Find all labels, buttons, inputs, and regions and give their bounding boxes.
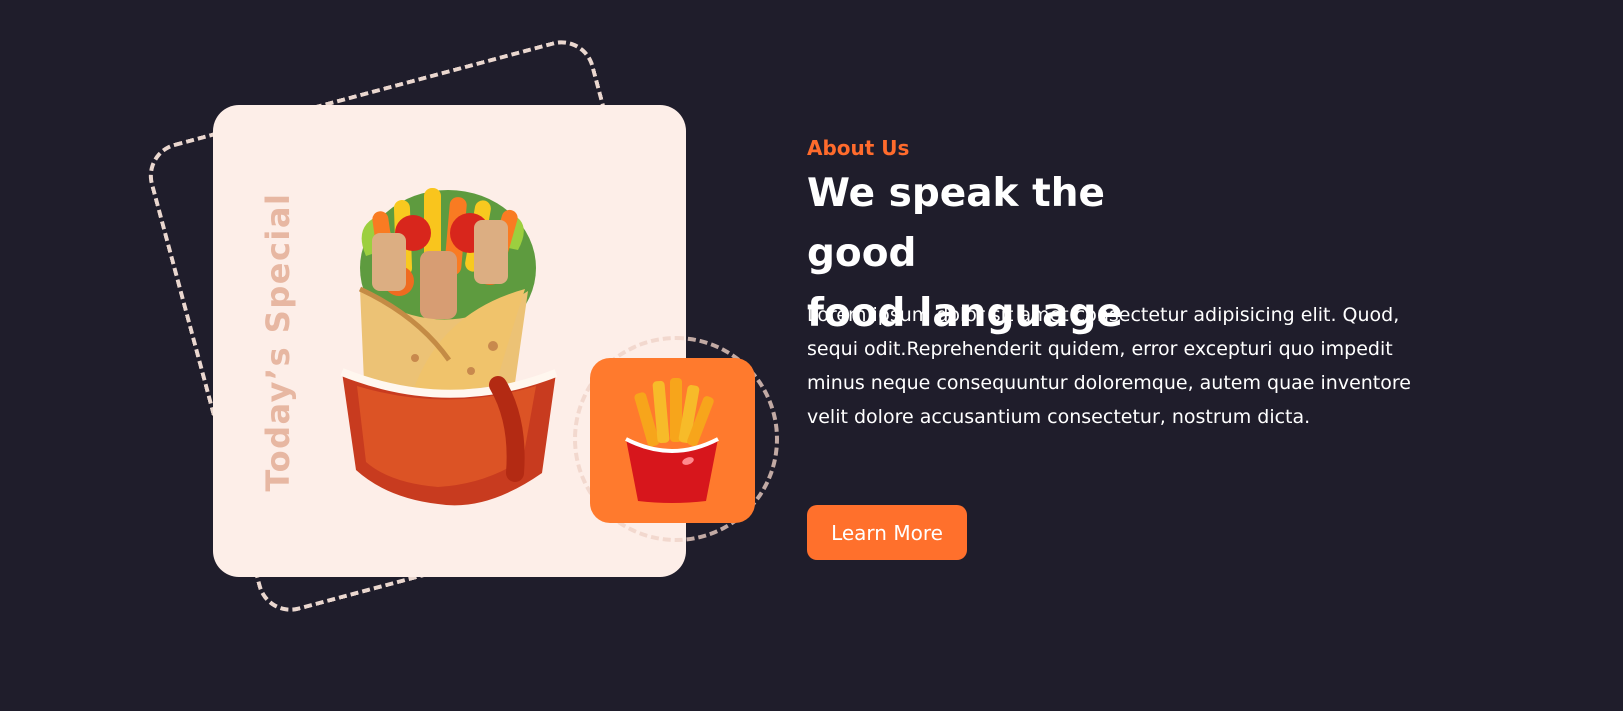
todays-special-label: Today’s Special <box>259 192 297 492</box>
wrap-icon <box>340 188 558 506</box>
title-line-1: We speak the good <box>807 171 1105 276</box>
about-us-label: About Us <box>807 136 910 160</box>
about-description: Lorem ipsum dolor sit amet consectetur a… <box>807 304 1411 428</box>
learn-more-button[interactable]: Learn More <box>807 505 967 560</box>
fries-icon <box>625 378 719 503</box>
